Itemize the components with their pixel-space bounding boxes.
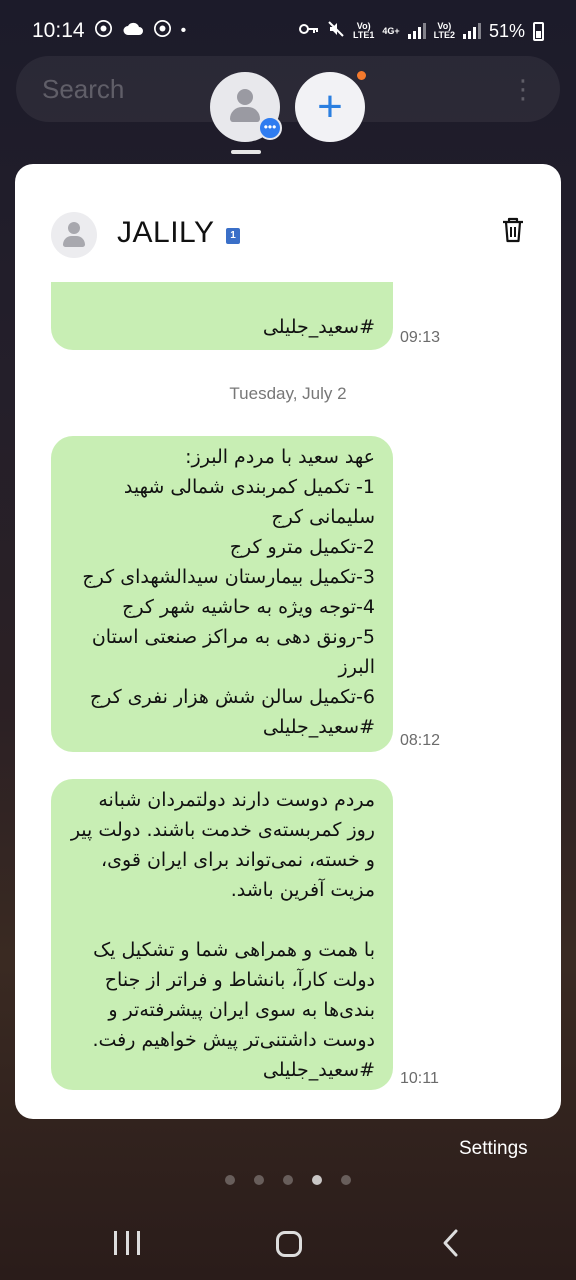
signal-icon-2 [462,23,481,39]
new-bubble-button[interactable]: + [295,72,365,142]
battery-icon [533,21,544,41]
conversation-card: JALILY 1 #سعید_جلیلی 09:13 Tuesday, July… [15,164,561,1119]
page-indicator [225,1175,351,1185]
message-time: 09:13 [400,329,441,346]
status-left: 10:14 • [32,19,186,43]
mute-icon [327,20,345,43]
status-time: 10:14 [32,19,85,42]
key-icon [299,22,319,40]
contact-avatar[interactable] [51,212,97,258]
search-placeholder: Search [42,73,125,104]
page-dot [341,1175,351,1185]
page-dot [254,1175,264,1185]
home-button[interactable] [276,1231,302,1257]
page-dot [225,1175,235,1185]
settings-button[interactable]: Settings [459,1138,528,1160]
contact-name[interactable]: JALILY [117,216,215,250]
conversation-header: JALILY 1 [15,164,561,282]
network-tag: 4G+ [382,25,400,36]
search-bar: Search ⋮ [16,56,560,122]
notification-dot-icon: • [180,22,187,39]
sim2-tag: Vo) LTE2 [433,21,455,40]
sim1-tag: Vo) LTE1 [353,21,375,40]
message-bubble[interactable]: #سعید_جلیلی [51,282,393,350]
active-bubble-indicator [231,150,261,154]
message-time: 08:12 [400,732,441,749]
more-options-icon: ⋮ [510,73,536,104]
recent-apps-button[interactable] [114,1227,140,1259]
new-indicator-dot [357,71,366,80]
signal-icon [407,23,426,39]
navigation-bar [0,1205,576,1280]
contact-bubble-head[interactable]: ••• [210,72,282,142]
message-list[interactable]: #سعید_جلیلی 09:13 Tuesday, July 2 عهد سع… [15,282,561,1119]
status-bar: 10:14 • Vo) LTE1 4G+ Vo) LTE2 51% [0,0,576,62]
message-badge-icon: ••• [258,116,282,140]
message-time: 10:11 [400,1070,439,1087]
back-button[interactable] [440,1227,462,1259]
sim-badge: 1 [226,228,240,244]
message-bubble[interactable]: مردم دوست دارند دولتمردان شبانه روز کمرب… [51,779,393,1090]
plus-icon: + [317,82,343,131]
date-separator: Tuesday, July 2 [229,384,347,403]
trash-icon[interactable] [501,216,525,244]
message-bubble[interactable]: عهد سعید با مردم البرز: 1- تکمیل کمربندی… [51,436,393,752]
status-right: Vo) LTE1 4G+ Vo) LTE2 51% [299,20,544,43]
chrome-icon-2 [153,20,171,42]
chrome-icon [94,20,112,42]
page-dot [283,1175,293,1185]
battery-percent: 51% [488,20,525,41]
page-dot-active [312,1175,322,1185]
cloud-icon [122,21,144,41]
